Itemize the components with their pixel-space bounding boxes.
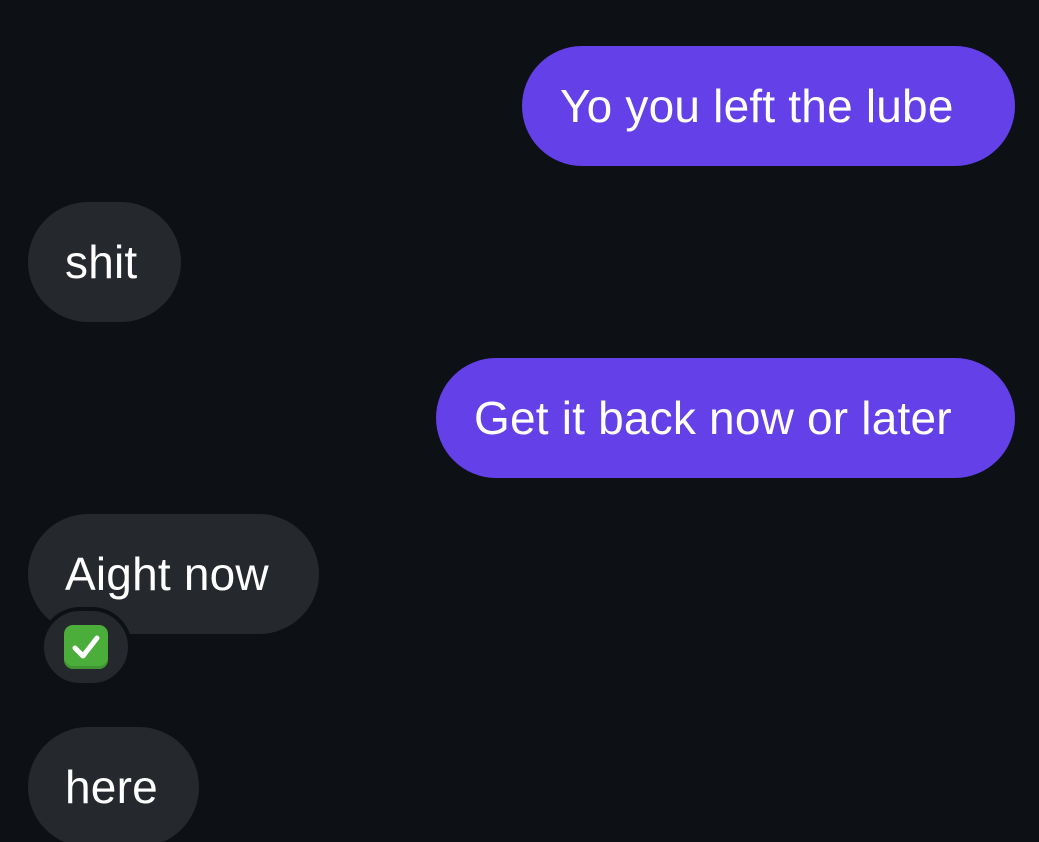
message-text: Yo you left the lube [560, 80, 954, 132]
outgoing-message-bubble[interactable]: Yo you left the lube [522, 46, 1015, 166]
message-text: Get it back now or later [474, 392, 952, 444]
incoming-message-bubble[interactable]: shit [28, 202, 181, 322]
outgoing-message-bubble[interactable]: Get it back now or later [436, 358, 1015, 478]
message-text: here [65, 761, 158, 813]
message-thread: Yo you left the lube shit Get it back no… [0, 0, 1039, 842]
incoming-message-bubble[interactable]: here [28, 727, 199, 842]
check-mark-button-icon [64, 625, 108, 669]
message-text: Aight now [65, 548, 269, 600]
message-text: shit [65, 236, 138, 288]
message-reaction[interactable] [40, 607, 132, 687]
